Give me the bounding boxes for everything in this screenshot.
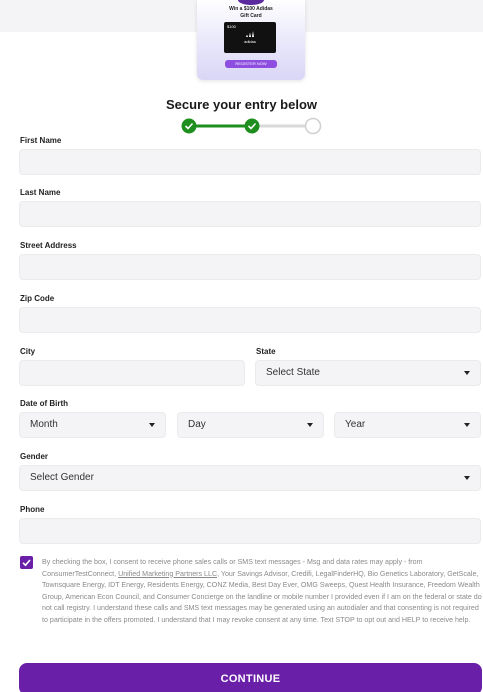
first-name-input[interactable] xyxy=(19,149,481,175)
progress-stepper xyxy=(181,117,322,135)
birth-day-value: Day xyxy=(188,419,206,430)
gift-card-image: $100 adidas xyxy=(224,22,276,53)
promo-title: Win a $100 Adidas Gift Card xyxy=(197,6,305,20)
brand-logo-icon xyxy=(238,0,264,5)
step-2-complete-icon xyxy=(244,118,260,134)
birth-month-value: Month xyxy=(30,419,58,430)
gender-select-value: Select Gender xyxy=(30,472,94,483)
step-1-complete-icon xyxy=(181,118,197,134)
consent-checkbox[interactable] xyxy=(20,556,33,569)
unified-marketing-partners-link[interactable]: Unified Marketing Partners LLC xyxy=(118,570,217,578)
chevron-down-icon xyxy=(464,371,470,375)
state-label: State xyxy=(256,347,276,356)
gender-select[interactable]: Select Gender xyxy=(19,465,481,491)
gift-card-brand: adidas xyxy=(244,39,256,44)
last-name-input[interactable] xyxy=(19,201,481,227)
gender-label: Gender xyxy=(20,452,49,461)
street-address-input[interactable] xyxy=(19,254,481,280)
state-select[interactable]: Select State xyxy=(255,360,481,386)
birth-month-select[interactable]: Month xyxy=(19,412,166,438)
chevron-down-icon xyxy=(307,423,313,427)
street-address-label: Street Address xyxy=(20,241,77,250)
promo-card: Win a $100 Adidas Gift Card $100 adidas … xyxy=(197,0,305,80)
last-name-label: Last Name xyxy=(20,188,61,197)
birth-year-value: Year xyxy=(345,419,366,430)
city-label: City xyxy=(20,347,36,356)
zip-code-input[interactable] xyxy=(19,307,481,333)
chevron-down-icon xyxy=(464,423,470,427)
consent-text: By checking the box, I consent to receiv… xyxy=(42,557,482,627)
register-now-button[interactable]: REGISTER NOW xyxy=(225,60,277,68)
phone-input[interactable] xyxy=(19,518,481,544)
first-name-label: First Name xyxy=(20,136,62,145)
city-input[interactable] xyxy=(19,360,245,386)
chevron-down-icon xyxy=(149,423,155,427)
section-title: Secure your entry below xyxy=(166,97,317,112)
birth-day-select[interactable]: Day xyxy=(177,412,324,438)
date-of-birth-label: Date of Birth xyxy=(20,399,68,408)
promo-title-line1: Win a $100 Adidas xyxy=(229,6,273,12)
adidas-logo-icon xyxy=(246,31,254,37)
gift-card-amount: $100 xyxy=(227,24,236,29)
promo-title-line2: Gift Card xyxy=(240,13,262,19)
step-3-pending-icon xyxy=(304,117,322,135)
phone-label: Phone xyxy=(20,505,45,514)
chevron-down-icon xyxy=(464,476,470,480)
zip-code-label: Zip Code xyxy=(20,294,55,303)
checkmark-icon xyxy=(22,559,31,567)
birth-year-select[interactable]: Year xyxy=(334,412,481,438)
continue-button[interactable]: CONTINUE xyxy=(19,663,482,692)
state-select-value: Select State xyxy=(266,367,320,378)
